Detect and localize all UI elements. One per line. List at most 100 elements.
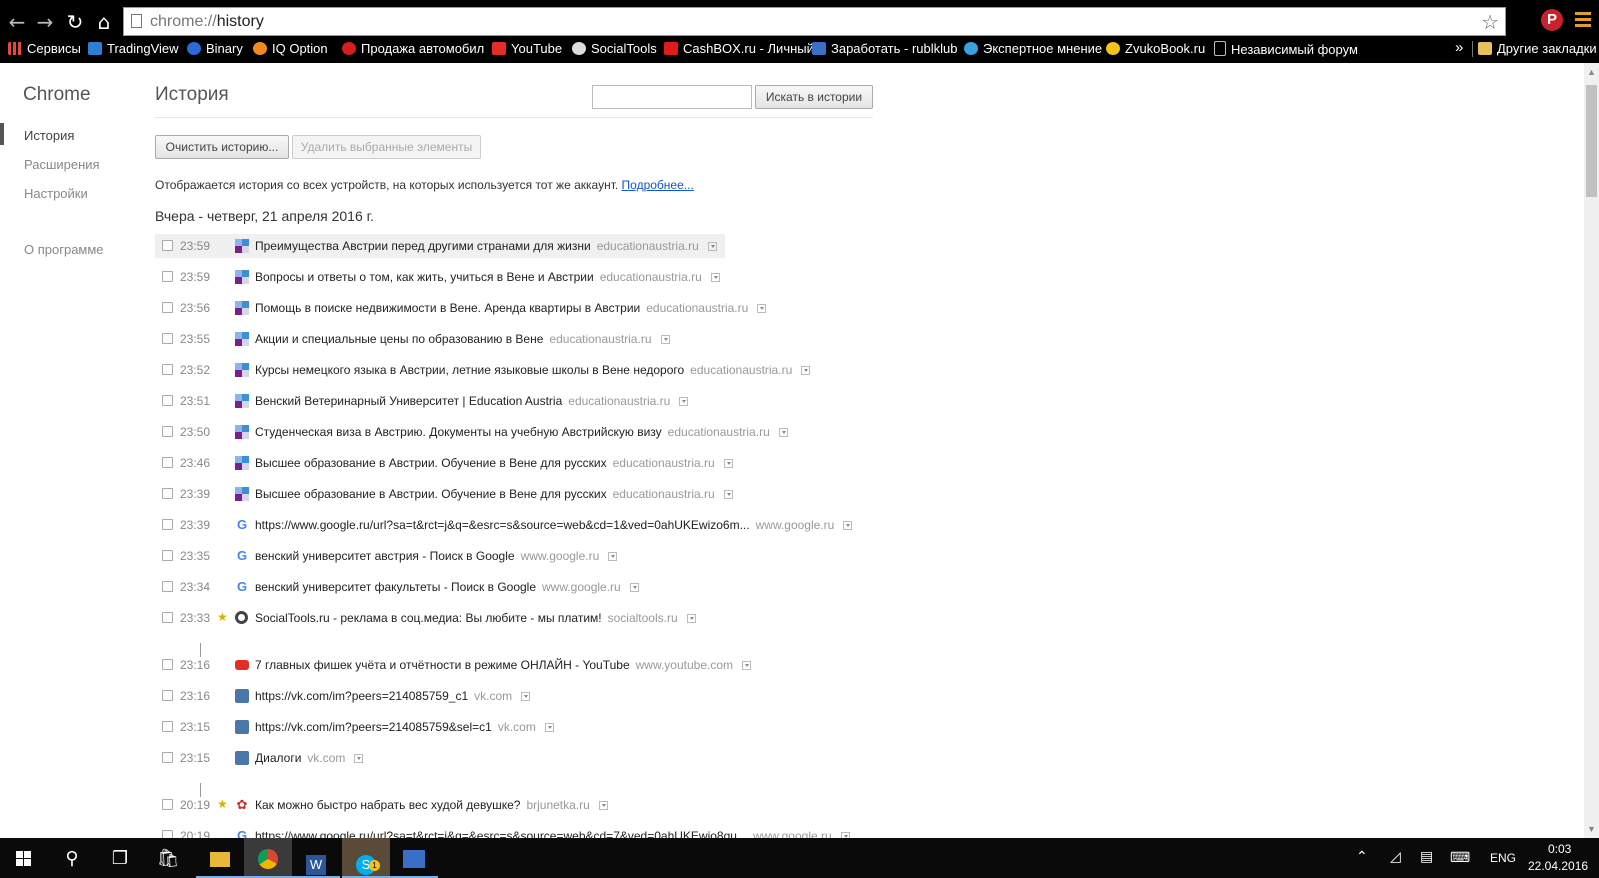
history-entry[interactable]: 23:51 Венский Ветеринарный Университет | … — [155, 389, 855, 413]
entry-checkbox[interactable] — [162, 395, 173, 406]
history-entry[interactable]: 23:50 Студенческая виза в Австрию. Докуме… — [155, 420, 855, 444]
history-entry[interactable]: 23:39 Ghttps://www.google.ru/url?sa=t&rct… — [155, 513, 855, 537]
history-entry[interactable]: 23:56 Помощь в поиске недвижимости в Вене… — [155, 296, 855, 320]
entry-title[interactable]: https://vk.com/im?peers=214085759&sel=c1 — [255, 720, 492, 734]
bookmark-item[interactable]: Binary — [187, 41, 243, 56]
bookmark-item[interactable]: Экспертное мнение — [964, 41, 1102, 56]
history-entry[interactable]: 20:19 ★ ✿ Как можно быстро набрать вес худо… — [155, 793, 855, 817]
entry-title[interactable]: Венский Ветеринарный Университет | Educa… — [255, 394, 562, 408]
entry-menu-dropdown-icon[interactable] — [521, 692, 531, 701]
scroll-up-icon[interactable]: ▲ — [1587, 67, 1596, 77]
bookmark-star-icon[interactable]: ☆ — [1481, 10, 1499, 34]
entry-title-link[interactable]: венский университет факультеты - Поиск в… — [255, 580, 639, 594]
bookmark-item[interactable]: IQ Option — [253, 41, 328, 56]
entry-title-link[interactable]: Венский Ветеринарный Университет | Educa… — [255, 394, 689, 408]
clock-time[interactable]: 0:03 — [1548, 842, 1571, 856]
entry-title[interactable]: венский университет факультеты - Поиск в… — [255, 580, 536, 594]
sidebar-item-settings[interactable]: Настройки — [24, 186, 88, 201]
file-explorer-icon[interactable] — [196, 838, 244, 878]
entry-menu-dropdown-icon[interactable] — [354, 754, 364, 763]
history-search-input[interactable] — [592, 85, 752, 109]
entry-title-link[interactable]: Помощь в поиске недвижимости в Вене. Аре… — [255, 301, 767, 315]
menu-icon[interactable] — [1575, 12, 1591, 30]
home-icon[interactable]: ⌂ — [93, 11, 115, 33]
history-entry[interactable]: 23:16 https://vk.com/im?peers=214085759_c… — [155, 684, 855, 708]
bookmark-item[interactable]: Заработать - rublklub — [812, 41, 958, 56]
entry-title[interactable]: Как можно быстро набрать вес худой девуш… — [255, 798, 520, 812]
entry-menu-dropdown-icon[interactable] — [608, 552, 618, 561]
history-entry[interactable]: 23:16 7 главных фишек учёта и отчётности … — [155, 653, 855, 677]
entry-checkbox[interactable] — [162, 271, 173, 282]
entry-checkbox[interactable] — [162, 488, 173, 499]
snipping-tool-icon[interactable] — [390, 838, 438, 878]
entry-menu-dropdown-icon[interactable] — [710, 273, 720, 282]
learn-more-link[interactable]: Подробнее... — [622, 178, 694, 192]
bookmark-item[interactable]: Независимый форум — [1214, 41, 1358, 57]
history-entry[interactable]: 23:34 Gвенский университет факультеты - П… — [155, 575, 855, 599]
entry-checkbox[interactable] — [162, 457, 173, 468]
history-entry[interactable]: 23:46 Высшее образование в Австрии. Обуче… — [155, 451, 855, 475]
entry-checkbox[interactable] — [162, 690, 173, 701]
history-entry[interactable]: 23:15 Диалоги vk.com — [155, 746, 855, 770]
entry-title-link[interactable]: Вопросы и ответы о том, как жить, учитьс… — [255, 270, 720, 284]
entry-checkbox[interactable] — [162, 333, 173, 344]
entry-menu-dropdown-icon[interactable] — [707, 242, 717, 251]
skype-icon[interactable]: S1 — [342, 838, 390, 878]
network-icon[interactable]: ◿ — [1390, 848, 1401, 865]
entry-menu-dropdown-icon[interactable] — [544, 723, 554, 732]
entry-menu-dropdown-icon[interactable] — [801, 366, 811, 375]
more-bookmarks-chevron-icon[interactable]: » — [1455, 39, 1463, 56]
entry-title-link[interactable]: Акции и специальные цены по образованию … — [255, 332, 670, 346]
entry-checkbox[interactable] — [162, 799, 173, 810]
history-entry[interactable]: 23:15 https://vk.com/im?peers=214085759&s… — [155, 715, 855, 739]
history-entry[interactable]: 23:55 Акции и специальные цены по образов… — [155, 327, 855, 351]
entry-menu-dropdown-icon[interactable] — [742, 661, 752, 670]
bookmark-item[interactable]: TradingView — [88, 41, 179, 56]
reload-icon[interactable]: ↻ — [64, 11, 86, 33]
entry-title[interactable]: Преимущества Австрии перед другими стран… — [255, 239, 591, 253]
entry-title[interactable]: Курсы немецкого языка в Австрии, летние … — [255, 363, 684, 377]
entry-checkbox[interactable] — [162, 426, 173, 437]
entry-title-link[interactable]: SocialTools.ru - реклама в соц.медиа: Вы… — [255, 611, 696, 625]
entry-title-link[interactable]: Студенческая виза в Австрию. Документы н… — [255, 425, 788, 439]
entry-title[interactable]: https://vk.com/im?peers=214085759_c1 — [255, 689, 468, 703]
entry-title[interactable]: венский университет австрия - Поиск в Go… — [255, 549, 515, 563]
entry-checkbox[interactable] — [162, 721, 173, 732]
entry-menu-dropdown-icon[interactable] — [843, 521, 853, 530]
history-entry[interactable]: 23:35 Gвенский университет австрия - Поис… — [155, 544, 855, 568]
word-icon[interactable]: W — [292, 838, 340, 878]
keyboard-icon[interactable]: ⌨ — [1450, 849, 1470, 866]
forward-arrow-icon[interactable]: → — [34, 11, 56, 33]
entry-title-link[interactable]: Курсы немецкого языка в Австрии, летние … — [255, 363, 811, 377]
entry-menu-dropdown-icon[interactable] — [723, 490, 733, 499]
entry-checkbox[interactable] — [162, 550, 173, 561]
entry-checkbox[interactable] — [162, 240, 173, 251]
back-arrow-icon[interactable]: ← — [6, 11, 28, 33]
chrome-taskbar-icon[interactable] — [244, 838, 292, 878]
bookmarked-star-icon[interactable]: ★ — [217, 610, 228, 624]
start-button[interactable] — [0, 838, 48, 878]
search-icon[interactable]: ⚲ — [48, 838, 96, 878]
entry-title[interactable]: Студенческая виза в Австрию. Документы н… — [255, 425, 662, 439]
entry-title-link[interactable]: Как можно быстро набрать вес худой девуш… — [255, 798, 608, 812]
clock-date[interactable]: 22.04.2016 — [1528, 859, 1588, 873]
sidebar-item-history[interactable]: История — [24, 128, 74, 143]
entry-title-link[interactable]: https://www.google.ru/url?sa=t&rct=j&q=&… — [255, 518, 853, 532]
entry-menu-dropdown-icon[interactable] — [598, 801, 608, 810]
bookmark-item[interactable]: YouTube — [492, 41, 562, 56]
scrollbar-thumb[interactable] — [1586, 85, 1597, 197]
entry-title[interactable]: https://www.google.ru/url?sa=t&rct=j&q=&… — [255, 518, 750, 532]
history-entry[interactable]: 23:52 Курсы немецкого языка в Австрии, ле… — [155, 358, 855, 382]
entry-title-link[interactable]: https://vk.com/im?peers=214085759_c1 vk.c… — [255, 689, 531, 703]
entry-menu-dropdown-icon[interactable] — [723, 459, 733, 468]
entry-title[interactable]: Высшее образование в Австрии. Обучение в… — [255, 487, 607, 501]
history-entry[interactable]: 23:59 Преимущества Австрии перед другими … — [155, 234, 725, 258]
entry-checkbox[interactable] — [162, 752, 173, 763]
entry-title-link[interactable]: Высшее образование в Австрии. Обучение в… — [255, 487, 733, 501]
pinterest-extension-icon[interactable]: P — [1541, 9, 1563, 31]
language-indicator[interactable]: ENG — [1490, 851, 1516, 865]
entry-menu-dropdown-icon[interactable] — [679, 397, 689, 406]
entry-menu-dropdown-icon[interactable] — [757, 304, 767, 313]
search-history-button[interactable]: Искать в истории — [755, 85, 873, 109]
sidebar-item-about[interactable]: О программе — [24, 242, 104, 257]
